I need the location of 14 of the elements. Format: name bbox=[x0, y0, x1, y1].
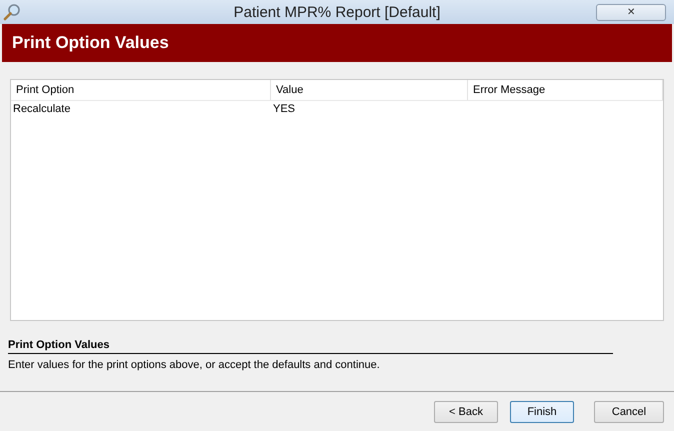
column-header[interactable]: Value bbox=[271, 80, 468, 100]
help-text: Enter values for the print options above, or accept the defaults and continue. bbox=[8, 359, 381, 371]
magnifier-icon bbox=[3, 3, 21, 21]
help-title: Print Option Values bbox=[8, 339, 613, 354]
table-cell-text: Recalculate bbox=[12, 102, 72, 117]
wizard-button[interactable]: < Back bbox=[434, 401, 498, 423]
page-header: Print Option Values bbox=[2, 24, 672, 62]
wizard-button[interactable]: Cancel bbox=[594, 401, 664, 423]
window-title: Patient MPR% Report [Default] bbox=[234, 4, 440, 20]
column-header[interactable]: Error Message bbox=[468, 80, 663, 100]
wizard-button[interactable]: Finish bbox=[510, 401, 574, 423]
close-button[interactable]: ✕ bbox=[596, 4, 666, 20]
table-cell-text: YES bbox=[272, 102, 296, 117]
column-header[interactable]: Print Option bbox=[11, 80, 271, 100]
